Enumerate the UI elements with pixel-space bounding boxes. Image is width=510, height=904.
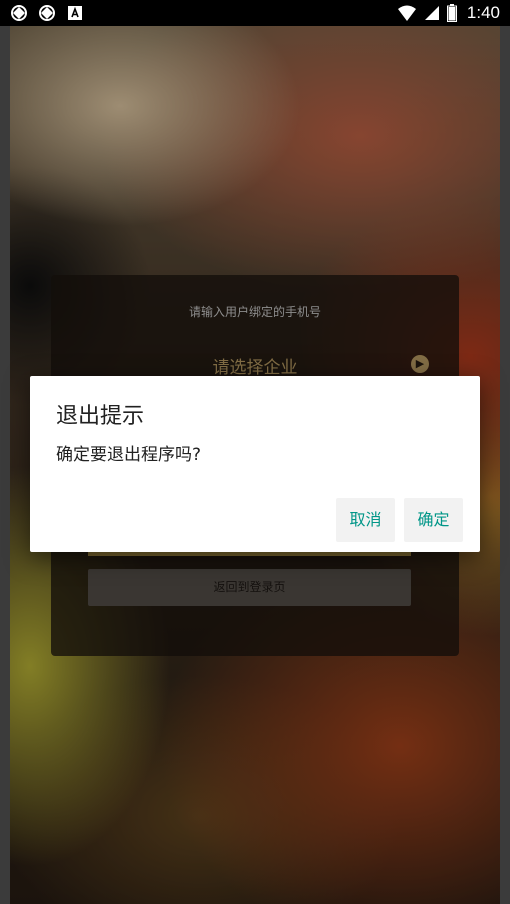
dialog-message: 确定要退出程序吗? [56, 445, 202, 465]
battery-icon [446, 4, 457, 22]
screen: 1:40 请输入用户绑定的手机号 请选择企业 ▶ 返回到登录页 退出提示 确定要… [0, 0, 510, 904]
exit-dialog: 退出提示 确定要退出程序吗? 取消 确定 [30, 376, 480, 552]
confirm-button[interactable]: 确定 [404, 498, 463, 542]
status-time: 1:40 [466, 3, 500, 22]
dialog-title: 退出提示 [56, 404, 145, 429]
cellular-icon [424, 6, 439, 20]
app-icon-1 [11, 5, 27, 21]
cancel-button[interactable]: 取消 [336, 498, 395, 542]
app-icon-2 [39, 5, 55, 21]
a-badge-icon [68, 6, 82, 20]
wifi-icon [397, 5, 416, 21]
status-bar: 1:40 [0, 0, 510, 26]
